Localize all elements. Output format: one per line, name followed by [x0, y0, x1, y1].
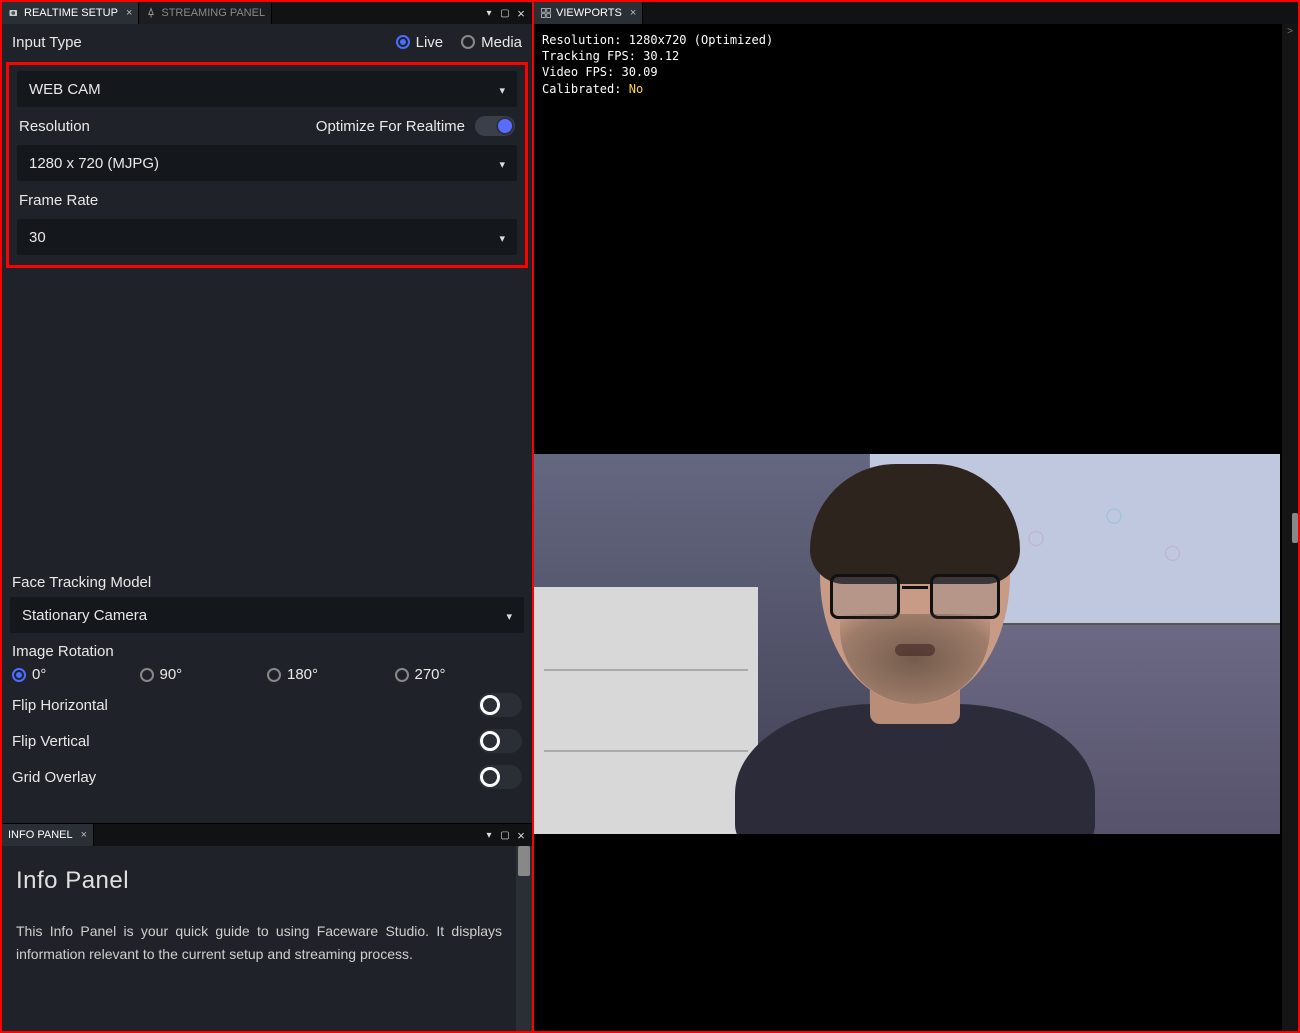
scrollbar-thumb[interactable]: [518, 846, 530, 876]
realtime-setup-panel: Input Type Live Media WEB CAM: [2, 24, 532, 823]
rotation-270-label: 270°: [415, 666, 446, 683]
input-type-row: Input Type Live Media: [2, 24, 532, 60]
flip-horizontal-toggle[interactable]: [478, 693, 522, 717]
viewport-scrollbar[interactable]: [1282, 24, 1298, 1031]
rotation-180-label: 180°: [287, 666, 318, 683]
tracking-model-value: Stationary Camera: [22, 607, 506, 624]
left-tabbar: REALTIME SETUP × STREAMING PANEL: [2, 2, 532, 24]
tab-realtime-label: REALTIME SETUP: [24, 7, 118, 19]
tab-realtime-setup[interactable]: REALTIME SETUP ×: [2, 2, 139, 24]
resolution-label: Resolution: [19, 118, 90, 135]
info-tabbar: INFO PANEL ×: [2, 824, 532, 846]
info-panel-section: INFO PANEL × Info Panel This Info Panel …: [2, 823, 532, 1031]
framerate-row: Frame Rate: [9, 185, 525, 215]
chevron-down-icon: [506, 607, 512, 624]
resolution-select[interactable]: 1280 x 720 (MJPG): [17, 145, 517, 181]
rotation-270[interactable]: 270°: [395, 666, 523, 683]
flip-vertical-label: Flip Vertical: [12, 733, 478, 750]
scroll-up-icon[interactable]: [1282, 24, 1298, 38]
radio-live-label: Live: [416, 34, 444, 51]
close-icon[interactable]: ×: [630, 7, 636, 19]
tab-menu-button[interactable]: [484, 830, 494, 840]
viewport-body: Resolution: 1280x720 (Optimized) Trackin…: [534, 24, 1298, 1031]
radio-dot-icon: [395, 668, 409, 682]
grid-overlay-label: Grid Overlay: [12, 769, 478, 786]
framerate-select-value: 30: [29, 229, 499, 246]
webcam-select[interactable]: WEB CAM: [17, 71, 517, 107]
close-icon[interactable]: ×: [81, 829, 87, 841]
chevron-down-icon: [499, 229, 505, 246]
flip-horizontal-row: Flip Horizontal: [2, 687, 532, 723]
tab-streaming-panel[interactable]: STREAMING PANEL: [139, 2, 272, 24]
radio-dot-icon: [461, 35, 475, 49]
tab-close-button[interactable]: [516, 830, 526, 840]
tracking-model-select[interactable]: Stationary Camera: [10, 597, 524, 633]
input-type-label: Input Type: [12, 34, 396, 51]
webcam-select-value: WEB CAM: [29, 81, 499, 98]
chevron-down-icon: [499, 81, 505, 98]
radio-media[interactable]: Media: [461, 34, 522, 51]
rotation-180[interactable]: 180°: [267, 666, 395, 683]
radio-dot-icon: [396, 35, 410, 49]
rotation-0[interactable]: 0°: [12, 666, 140, 683]
antenna-icon: [145, 7, 157, 19]
radio-live[interactable]: Live: [396, 34, 444, 51]
framerate-label: Frame Rate: [19, 192, 98, 209]
radio-dot-icon: [267, 668, 281, 682]
radio-dot-icon: [12, 668, 26, 682]
rotation-90[interactable]: 90°: [140, 666, 268, 683]
resolution-select-value: 1280 x 720 (MJPG): [29, 155, 499, 172]
info-scrollbar[interactable]: [516, 846, 532, 1031]
rotation-90-label: 90°: [160, 666, 183, 683]
tab-menu-button[interactable]: [484, 8, 494, 18]
close-icon[interactable]: ×: [126, 7, 132, 19]
optimize-toggle[interactable]: [475, 116, 515, 136]
info-panel-content: Info Panel This Info Panel is your quick…: [2, 846, 516, 1031]
tab-viewports[interactable]: VIEWPORTS ×: [534, 2, 643, 24]
optimize-label: Optimize For Realtime: [316, 118, 465, 135]
flip-horizontal-label: Flip Horizontal: [12, 697, 478, 714]
tab-maximize-button[interactable]: [500, 830, 510, 840]
tab-info-panel[interactable]: INFO PANEL ×: [2, 824, 94, 846]
scrollbar-grip[interactable]: [1292, 513, 1298, 543]
grid-overlay-row: Grid Overlay: [2, 759, 532, 795]
flip-vertical-row: Flip Vertical: [2, 723, 532, 759]
info-panel-title: Info Panel: [16, 862, 502, 900]
tab-maximize-button[interactable]: [500, 8, 510, 18]
viewports-tab-label: VIEWPORTS: [556, 7, 622, 19]
tracking-model-label: Face Tracking Model: [2, 568, 532, 593]
highlighted-settings-box: WEB CAM Resolution Optimize For Realtime…: [6, 62, 528, 268]
image-rotation-label: Image Rotation: [2, 637, 532, 662]
camera-icon: [8, 7, 20, 19]
resolution-row: Resolution Optimize For Realtime: [9, 111, 525, 141]
webcam-video-feed: [534, 454, 1280, 834]
rotation-0-label: 0°: [32, 666, 46, 683]
tab-streaming-label: STREAMING PANEL: [161, 7, 265, 19]
framerate-select[interactable]: 30: [17, 219, 517, 255]
grid-overlay-toggle[interactable]: [478, 765, 522, 789]
tab-close-button[interactable]: [516, 8, 526, 18]
info-panel-body: This Info Panel is your quick guide to u…: [16, 920, 502, 965]
info-tab-label: INFO PANEL: [8, 829, 73, 841]
viewport-overlay-stats: Resolution: 1280x720 (Optimized) Trackin…: [542, 32, 773, 97]
chevron-down-icon: [499, 155, 505, 172]
rotation-options: 0° 90° 180° 270°: [2, 662, 532, 687]
radio-media-label: Media: [481, 34, 522, 51]
viewport-tabbar: VIEWPORTS ×: [534, 2, 1298, 24]
radio-dot-icon: [140, 668, 154, 682]
viewport-icon: [540, 7, 552, 19]
flip-vertical-toggle[interactable]: [478, 729, 522, 753]
